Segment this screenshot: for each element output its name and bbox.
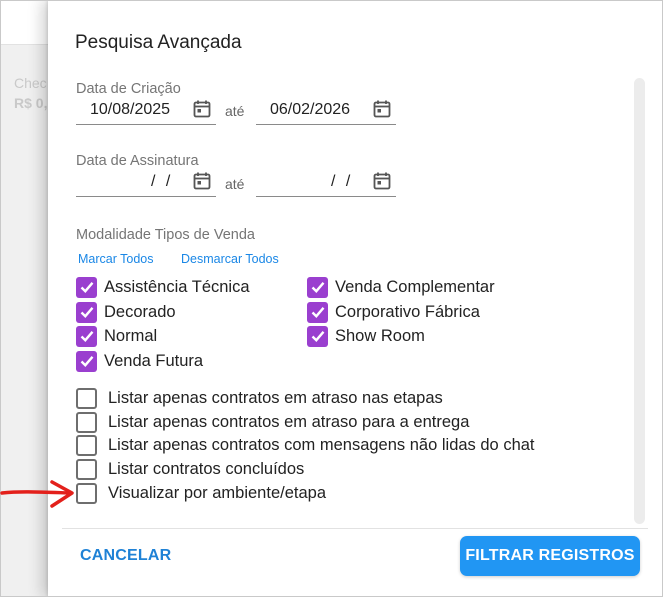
cancel-button[interactable]: CANCELAR [71, 537, 180, 575]
checkbox-unchecked[interactable] [76, 458, 97, 480]
checkbox-unchecked[interactable] [76, 434, 97, 456]
sale-type-checkbox[interactable]: Show Room [307, 324, 425, 348]
check-icon [80, 307, 93, 318]
footer-divider [62, 528, 648, 529]
check-icon [311, 282, 324, 293]
sale-type-label: Normal [104, 326, 158, 345]
creation-date-separator: até [225, 103, 245, 119]
sale-type-label: Corporativo Fábrica [335, 302, 480, 321]
sale-type-label: Show Room [335, 326, 425, 345]
signature-date-label: Data de Assinatura [76, 153, 199, 169]
checkbox-checked[interactable] [307, 276, 328, 298]
advanced-search-dialog: Pesquisa Avançada Data de Criação 10/08/… [48, 0, 663, 597]
sale-type-checkbox[interactable]: Venda Complementar [307, 275, 495, 299]
sale-type-label: Decorado [104, 302, 176, 321]
select-all-link[interactable]: Marcar Todos [78, 252, 154, 266]
checkbox-checked[interactable] [307, 325, 328, 347]
sale-type-label: Assistência Técnica [104, 277, 250, 296]
option-label: Listar contratos concluídos [108, 459, 305, 478]
signature-date-from-value: / / [151, 173, 171, 190]
dialog-title: Pesquisa Avançada [75, 32, 242, 53]
sale-type-label: Venda Complementar [335, 277, 495, 296]
sale-type-checkbox[interactable]: Decorado [76, 300, 176, 324]
signature-date-from-input[interactable]: / / [76, 171, 216, 197]
option-late-steps[interactable]: Listar apenas contratos em atraso nas et… [76, 386, 443, 410]
check-icon [80, 282, 93, 293]
checkbox-checked[interactable] [76, 350, 97, 372]
signature-date-to-input[interactable]: / / [256, 171, 396, 197]
option-label: Visualizar por ambiente/etapa [108, 483, 326, 502]
option-label: Listar apenas contratos em atraso nas et… [108, 388, 443, 407]
option-view-by-environment[interactable]: Visualizar por ambiente/etapa [76, 481, 326, 505]
background-card-value: R$ 0, [14, 95, 48, 111]
sale-type-label: Venda Futura [104, 351, 204, 370]
checkbox-checked[interactable] [76, 276, 97, 298]
calendar-icon[interactable] [372, 171, 392, 191]
signature-date-separator: até [225, 176, 245, 192]
sale-type-checkbox[interactable]: Normal [76, 324, 157, 348]
checkbox-unchecked[interactable] [76, 387, 97, 409]
option-unread-chat[interactable]: Listar apenas contratos com mensagens nã… [76, 433, 535, 457]
calendar-icon[interactable] [372, 99, 392, 119]
checkbox-unchecked[interactable] [76, 411, 97, 433]
checkbox-checked[interactable] [76, 325, 97, 347]
creation-date-from-input[interactable]: 10/08/2025 [76, 99, 216, 125]
creation-date-from-value: 10/08/2025 [90, 101, 171, 118]
scrollbar[interactable] [634, 78, 645, 524]
option-label: Listar apenas contratos em atraso para a… [108, 412, 470, 431]
check-icon [80, 356, 93, 367]
check-icon [311, 307, 324, 318]
red-arrow-icon [0, 480, 74, 508]
option-completed[interactable]: Listar contratos concluídos [76, 457, 304, 481]
sale-types-label: Modalidade Tipos de Venda [76, 227, 255, 243]
calendar-icon[interactable] [192, 171, 212, 191]
option-late-delivery[interactable]: Listar apenas contratos em atraso para a… [76, 410, 469, 434]
option-label: Listar apenas contratos com mensagens nã… [108, 435, 535, 454]
check-icon [80, 331, 93, 342]
checkbox-checked[interactable] [307, 301, 328, 323]
checkbox-checked[interactable] [76, 301, 97, 323]
sale-type-checkbox[interactable]: Venda Futura [76, 349, 203, 373]
background-card-title: Chec [14, 75, 47, 91]
sale-type-checkbox[interactable]: Assistência Técnica [76, 275, 250, 299]
signature-date-to-value: / / [331, 173, 351, 190]
calendar-icon[interactable] [192, 99, 212, 119]
deselect-all-link[interactable]: Desmarcar Todos [181, 252, 279, 266]
creation-date-to-input[interactable]: 06/02/2026 [256, 99, 396, 125]
creation-date-label: Data de Criação [76, 81, 181, 97]
filter-records-button[interactable]: FILTRAR REGISTROS [460, 536, 640, 576]
check-icon [311, 331, 324, 342]
sale-type-checkbox[interactable]: Corporativo Fábrica [307, 300, 480, 324]
creation-date-to-value: 06/02/2026 [270, 101, 351, 118]
